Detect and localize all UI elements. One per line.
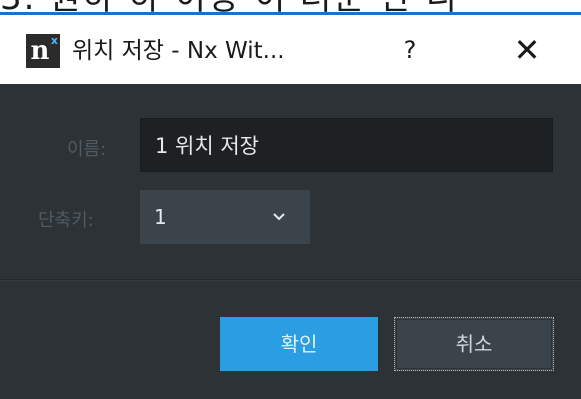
name-input[interactable]: [140, 118, 553, 172]
dialog-body: 이름: 단축키: 1 확인 취소: [0, 84, 581, 399]
ok-button[interactable]: 확인: [220, 317, 378, 371]
shortcut-label: 단축키:: [38, 210, 94, 231]
footer-divider-highlight: [0, 280, 581, 281]
name-label: 이름:: [67, 139, 107, 160]
window-title: 위치 저장 - Nx Wit...: [72, 38, 285, 64]
app-logo-icon: n x: [26, 34, 60, 68]
background-page-fragment: 3. 원하 하 이상 이 러분 한 니: [0, 0, 581, 18]
cancel-button[interactable]: 취소: [394, 317, 554, 371]
app-logo-mark: x: [50, 34, 58, 47]
chevron-down-icon: [273, 213, 285, 221]
background-underline: [0, 12, 581, 15]
app-logo-letter: n: [30, 36, 50, 66]
dialog-titlebar: n x 위치 저장 - Nx Wit... ? ✕: [0, 18, 581, 84]
close-button[interactable]: ✕: [503, 30, 551, 70]
shortcut-dropdown[interactable]: 1: [140, 190, 310, 244]
background-heading-text: 3. 원하 하 이상 이 러분 한 니: [0, 0, 459, 18]
help-button[interactable]: ?: [390, 30, 430, 70]
shortcut-selected-value: 1: [154, 205, 167, 229]
